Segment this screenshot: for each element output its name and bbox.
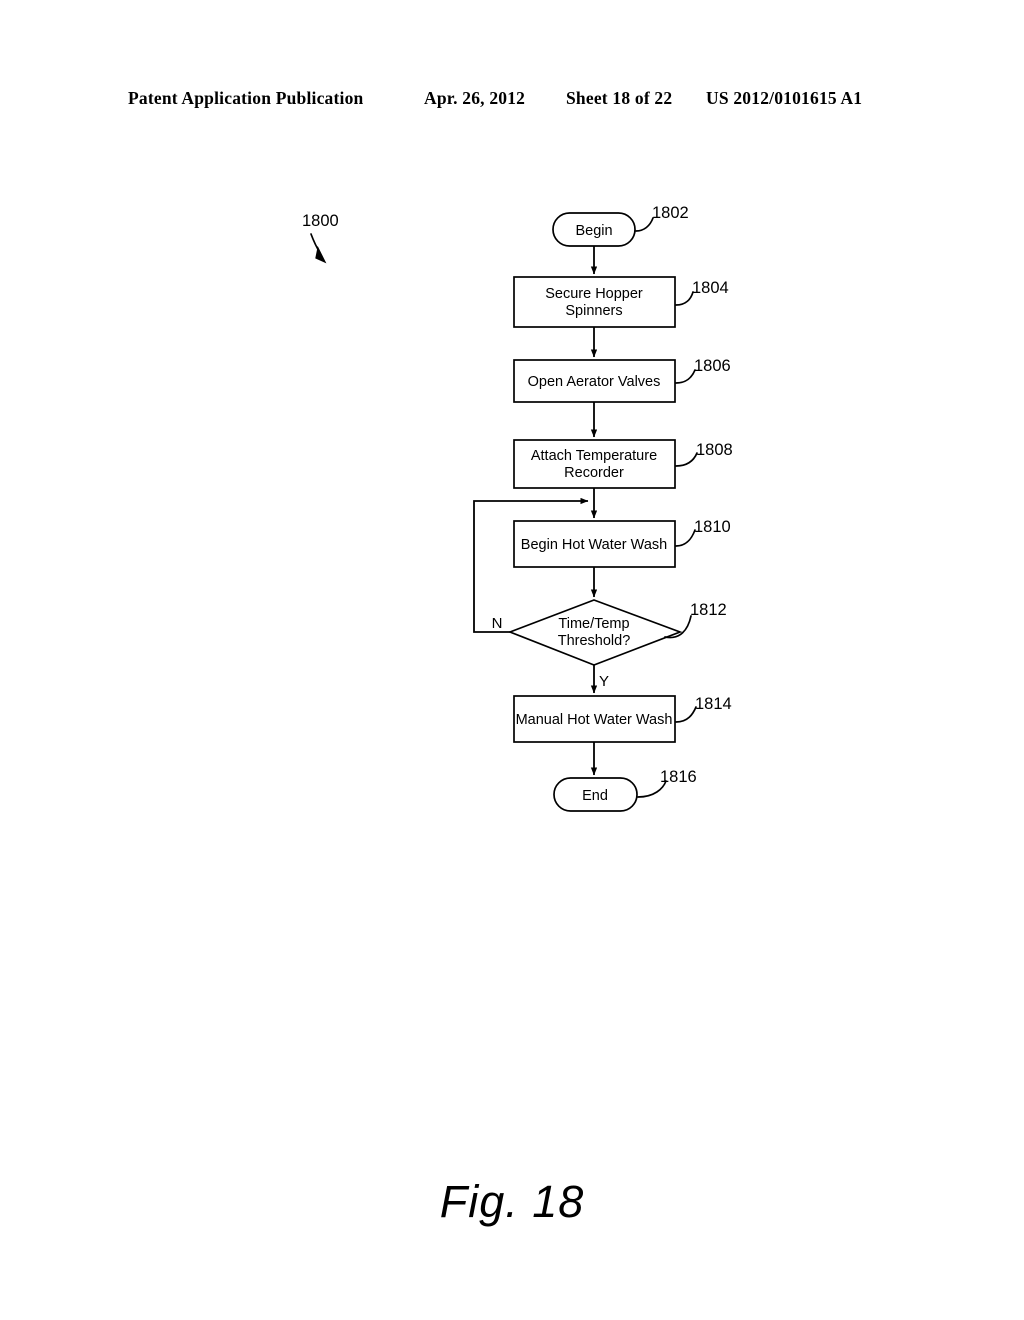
node-open-aerator-valves[interactable]: Open Aerator Valves: [513, 359, 676, 403]
figure-ref-1800: 1800: [302, 212, 339, 264]
ref-1804: 1804: [675, 279, 729, 306]
node-1808-label-line1: Attach Temperature: [531, 448, 657, 464]
ref-1808-label: 1808: [696, 441, 733, 459]
node-1804-label-line2: Spinners: [565, 303, 622, 319]
ref-1816: 1816: [637, 768, 697, 798]
ref-1810-label: 1810: [694, 518, 731, 536]
ref-1806-leader: [675, 369, 696, 384]
ref-1810-leader: [675, 529, 696, 547]
figure-caption: Fig. 18: [439, 1176, 585, 1227]
ref-1814: 1814: [675, 695, 732, 723]
ref-1812-label: 1812: [690, 601, 727, 619]
ref-1802-label: 1802: [652, 204, 689, 222]
ref-1804-leader: [675, 291, 694, 306]
node-secure-hopper-spinners[interactable]: Secure Hopper Spinners: [513, 276, 676, 328]
node-end[interactable]: End: [553, 777, 638, 812]
node-1806-label: Open Aerator Valves: [528, 374, 661, 390]
node-attach-temperature-recorder[interactable]: Attach Temperature Recorder: [513, 439, 676, 489]
node-manual-hot-water-wash[interactable]: Manual Hot Water Wash: [513, 695, 676, 743]
branch-label-no: N: [492, 615, 503, 632]
ref-1808-leader: [675, 452, 698, 467]
ref-1802-leader: [635, 217, 654, 232]
ref-1804-label: 1804: [692, 279, 729, 297]
node-1812-label-line2: Threshold?: [558, 633, 631, 649]
node-1808-label-line2: Recorder: [564, 465, 624, 481]
node-begin[interactable]: Begin: [552, 212, 636, 247]
ref-1808: 1808: [675, 441, 733, 467]
node-1804-shape: [513, 276, 676, 328]
ref-1806: 1806: [675, 357, 731, 384]
flowchart-figure: 1800 Begin 1802 Secure Hopper Spinners 1…: [302, 204, 733, 812]
ref-1802: 1802: [635, 204, 689, 232]
node-1810-label: Begin Hot Water Wash: [521, 537, 667, 553]
ref-1814-leader: [675, 706, 697, 723]
node-1812-label-line1: Time/Temp: [558, 616, 629, 632]
figure-ref-1800-arrowhead: [315, 246, 327, 264]
ref-1806-label: 1806: [694, 357, 731, 375]
node-end-label: End: [582, 788, 608, 804]
node-begin-hot-water-wash[interactable]: Begin Hot Water Wash: [513, 520, 676, 568]
figure-ref-1800-label: 1800: [302, 212, 339, 230]
node-begin-label: Begin: [575, 223, 612, 239]
branch-label-yes: Y: [599, 673, 609, 690]
ref-1814-label: 1814: [695, 695, 732, 713]
ref-1810: 1810: [675, 518, 731, 547]
node-time-temp-threshold[interactable]: Time/Temp Threshold?: [507, 599, 683, 666]
node-1804-label-line1: Secure Hopper: [545, 286, 643, 302]
node-1814-label: Manual Hot Water Wash: [516, 712, 673, 728]
ref-1816-label: 1816: [660, 768, 697, 786]
